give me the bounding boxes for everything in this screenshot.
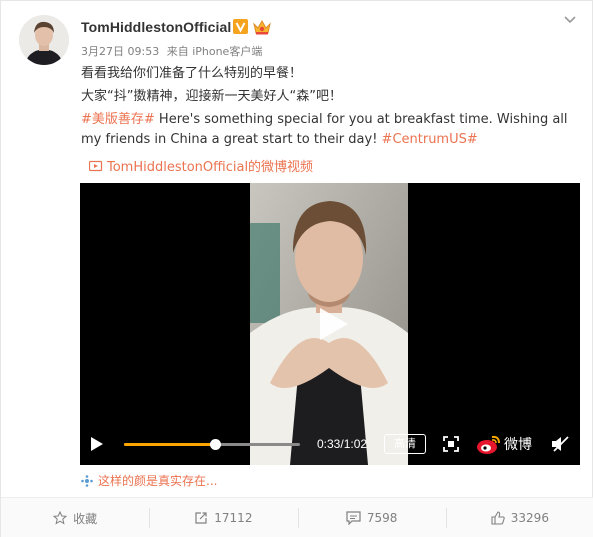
username[interactable]: TomHiddlestonOfficial	[81, 19, 231, 35]
topic-icon	[81, 474, 93, 487]
avatar[interactable]	[19, 15, 69, 65]
fullscreen-icon[interactable]	[442, 435, 460, 453]
post-date[interactable]: 3月27日 09:53	[81, 45, 159, 58]
weibo-brand-text: 微博	[504, 437, 532, 453]
post-text-line2: 大家“抖”擞精神，迎接新一天美好人“森”吧！	[81, 89, 342, 104]
action-bar: 收藏 17112 7598 33296	[1, 497, 593, 537]
hashtag-link[interactable]: #美版善存#	[81, 112, 155, 127]
favorite-label: 收藏	[73, 511, 98, 526]
post-english-text: Here's something special for you at brea…	[81, 112, 568, 147]
like-button[interactable]: 33296	[445, 498, 593, 537]
post-text-line3: #美版善存# Here's something special for you …	[81, 110, 576, 150]
play-icon[interactable]	[312, 304, 352, 344]
progress-handle[interactable]	[210, 439, 222, 450]
progress-bar[interactable]	[124, 439, 300, 450]
play-icon[interactable]	[90, 436, 104, 452]
video-time: 0:33/1:02	[317, 437, 368, 451]
star-icon	[53, 511, 68, 525]
progress-fill	[124, 443, 216, 446]
repost-button[interactable]: 17112	[149, 498, 297, 537]
hashtag2-link[interactable]: #CentrumUS#	[382, 132, 478, 147]
comment-button[interactable]: 7598	[297, 498, 446, 537]
video-source-label: TomHiddlestonOfficial的微博视频	[107, 160, 314, 175]
weibo-logo-icon	[477, 435, 500, 454]
verified-badge-icon	[233, 19, 248, 34]
like-count: 33296	[510, 511, 549, 525]
comment-count: 7598	[366, 511, 398, 525]
quality-button[interactable]: 高清	[384, 434, 426, 454]
mute-icon[interactable]	[550, 435, 570, 453]
related-topic-label: 这样的颜是真实存在...	[98, 474, 218, 488]
video-link-icon	[89, 160, 103, 171]
post-text-line1: 看看我给你们准备了什么特别的早餐！	[81, 66, 303, 81]
like-icon	[491, 511, 505, 525]
chevron-down-icon[interactable]	[562, 11, 578, 27]
weibo-post-card: TomHiddlestonOfficial 3月27日 09:53 来自 iPh…	[0, 0, 593, 537]
favorite-button[interactable]: 收藏	[1, 498, 149, 537]
post-source[interactable]: 来自 iPhone客户端	[167, 45, 263, 58]
comment-icon	[346, 511, 361, 525]
repost-icon	[195, 512, 207, 524]
weibo-logo: 微博	[476, 432, 532, 456]
video-source-link[interactable]: TomHiddlestonOfficial的微博视频	[89, 156, 313, 175]
repost-count: 17112	[214, 511, 253, 525]
post-meta: 3月27日 09:53 来自 iPhone客户端	[81, 43, 266, 59]
crown-icon[interactable]	[252, 18, 272, 36]
related-topic-link[interactable]: 这样的颜是真实存在...	[81, 472, 217, 489]
video-controls: 0:33/1:02 高清 微博	[80, 423, 580, 465]
video-player[interactable]: 0:33/1:02 高清 微博	[80, 183, 580, 465]
